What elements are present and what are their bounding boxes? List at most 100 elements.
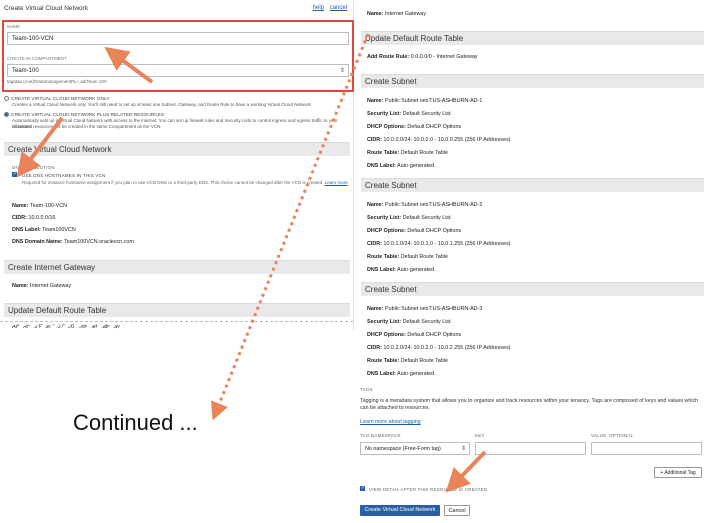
continued-label: Continued ... (73, 410, 198, 435)
subnet-3-security: Default Security List (402, 319, 451, 325)
subnet-dhcp-key: DHCP Options: (367, 124, 406, 130)
subnet-route-key: Route Table: (367, 150, 400, 156)
subnet-security-key: Security List: (367, 319, 402, 325)
route-section-header: Update Default Route Table (4, 303, 350, 317)
subnet-cidr-key: CIDR: (367, 345, 382, 351)
subnet-1-name: Public Subnet oesT:US-ASHBURN-AD-1 (384, 98, 483, 104)
subnet-1-route: Default Route Table (400, 150, 448, 156)
subnet-2-cidr-row: CIDR: 10.0.1.0/24: 10.0.1.0 - 10.0.1.255… (367, 241, 510, 247)
dns-desc-text: Required for instance hostname assignmen… (22, 180, 324, 185)
subnet-dns-key: DNS Label: (367, 267, 396, 273)
tag-namespace-select[interactable]: No namespace (Free-Form tag) (360, 442, 470, 455)
subnet-2-name: Public Subnet oesT:US-ASHBURN-AD-2 (384, 202, 483, 208)
subnet-security-key: Security List: (367, 215, 402, 221)
vcn-dns-domain-row: DNS Domain Name: Team100VCN.oraclevcn.co… (12, 239, 134, 245)
subnet-2-security-row: Security List: Default Security List (367, 215, 451, 221)
vcn-cidr-row: CIDR: 10.0.0.0/16 (12, 215, 55, 221)
subnet-3-dns: Auto-generated (396, 371, 435, 377)
subnet-1-name-row: Name: Public Subnet oesT:US-ASHBURN-AD-1 (367, 98, 482, 104)
subnet-1-dns: Auto-generated (396, 163, 435, 169)
subnet-cidr-key: CIDR: (367, 137, 382, 143)
igw-name-row: Name: Internet Gateway (12, 283, 71, 289)
tags-label: TAGS (360, 387, 373, 392)
view-detail-checkbox[interactable] (360, 485, 365, 491)
right-route-section-header: Update Default Route Table (361, 31, 704, 45)
view-detail-label: VIEW DETAIL AFTER THIS RESOURCE IS CREAT… (369, 487, 488, 492)
tag-namespace-label: TAG NAMESPACE (360, 433, 401, 438)
right-route-rule-value: 0.0.0.0/0 - Internet Gateway (410, 54, 478, 60)
tag-key-input[interactable] (475, 442, 586, 455)
subnet-3-dns-row: DNS Label: Auto-generated (367, 371, 434, 377)
dns-resolution-label: DNS RESOLUTION (12, 165, 55, 170)
subnet-1-header: Create Subnet (361, 74, 704, 88)
help-link[interactable]: help (313, 5, 324, 11)
dialog-links: help cancel (309, 5, 347, 11)
radio-vcn-plus-control[interactable] (4, 112, 9, 117)
subnet-2-header: Create Subnet (361, 178, 704, 192)
vcn-name-key: Name: (12, 203, 29, 209)
subnet-3-route-row: Route Table: Default Route Table (367, 358, 448, 364)
subnet-2-cidr: 10.0.1.0/24: 10.0.1.0 - 10.0.1.255 (256 … (383, 241, 511, 247)
subnet-2-name-row: Name: Public Subnet oesT:US-ASHBURN-AD-2 (367, 202, 482, 208)
subnet-2-dns-row: DNS Label: Auto-generated (367, 267, 434, 273)
highlight-box (2, 20, 354, 92)
dns-learn-more-link[interactable]: Learn more (325, 180, 348, 185)
subnet-2-dhcp: Default DHCP Options (407, 228, 462, 234)
subnet-3-name-row: Name: Public Subnet oesT:US-ASHBURN-AD-3 (367, 306, 482, 312)
subnet-2-security: Default Security List (402, 215, 451, 221)
vcn-cidr-key: CIDR: (12, 215, 27, 221)
subnet-1-cidr: 10.0.0.0/24: 10.0.0.0 - 10.0.0.255 (256 … (383, 137, 511, 143)
top-igw-name-key: Name: (367, 11, 384, 17)
subnet-3-dhcp-row: DHCP Options: Default DHCP Options (367, 332, 461, 338)
right-dialog-panel: Name: Internet Gateway Update Default Ro… (357, 0, 708, 523)
cancel-button[interactable]: Cancel (444, 505, 470, 516)
igw-name-value: Internet Gateway (29, 283, 72, 289)
subnet-route-key: Route Table: (367, 254, 400, 260)
dns-desc: Required for instance hostname assignmen… (22, 180, 348, 185)
subnet-1-dhcp: Default DHCP Options (407, 124, 462, 130)
subnet-1-route-row: Route Table: Default Route Table (367, 150, 448, 156)
subnet-3-header: Create Subnet (361, 282, 704, 296)
cancel-link[interactable]: cancel (330, 5, 347, 11)
tag-value-input[interactable] (591, 442, 702, 455)
subnet-name-key: Name: (367, 98, 384, 104)
subnet-1-dhcp-row: DHCP Options: Default DHCP Options (367, 124, 461, 130)
subnet-dhcp-key: DHCP Options: (367, 332, 406, 338)
subnet-1-dns-row: DNS Label: Auto-generated (367, 163, 434, 169)
radio-vcn-only-desc: Creates a Virtual Cloud Network only. Yo… (12, 102, 312, 107)
additional-tag-button[interactable]: + Additional Tag (654, 467, 702, 478)
igw-name-key: Name: (12, 283, 29, 289)
subnet-3-route: Default Route Table (400, 358, 448, 364)
subnet-1-security: Default Security List (402, 111, 451, 117)
tag-value-label: VALUE (591, 433, 607, 438)
vcn-dns-label-key: DNS Label: (12, 227, 41, 233)
subnet-dns-key: DNS Label: (367, 163, 396, 169)
subnet-3-cidr-row: CIDR: 10.0.2.0/24: 10.0.2.0 - 10.0.2.255… (367, 345, 510, 351)
vcn-name-value: Team-100-VCN (29, 203, 68, 209)
subnet-3-name: Public Subnet oesT:US-ASHBURN-AD-3 (384, 306, 483, 312)
subnet-3-cidr: 10.0.2.0/24: 10.0.2.0 - 10.0.2.255 (256 … (383, 345, 511, 351)
subnet-name-key: Name: (367, 202, 384, 208)
vcn-cidr-value: 10.0.0.0/16 (28, 215, 56, 221)
create-vcn-button[interactable]: Create Virtual Cloud Network (360, 505, 440, 516)
subnet-dns-key: DNS Label: (367, 371, 396, 377)
vcn-dns-domain-key: DNS Domain Name: (12, 239, 63, 245)
tag-optional-label: OPTIONAL (609, 433, 634, 438)
subnet-cidr-key: CIDR: (367, 241, 382, 247)
dns-hostnames-checkbox[interactable] (12, 171, 17, 177)
route-rule-row: Add Route Rule: 0.0.0.0/0 - Internet Gat… (12, 324, 120, 330)
vcn-dns-label-row: DNS Label: Team100VCN (12, 227, 76, 233)
vcn-dns-label-value: Team100VCN (42, 227, 76, 233)
subnet-route-key: Route Table: (367, 358, 400, 364)
vcn-section-header: Create Virtual Cloud Network (4, 142, 350, 156)
subnet-name-key: Name: (367, 306, 384, 312)
radio-vcn-only-control[interactable] (4, 96, 9, 101)
tag-key-label: KEY (475, 433, 485, 438)
learn-more-tagging-link[interactable]: Learn more about tagging (360, 419, 421, 425)
subnet-dhcp-key: DHCP Options: (367, 228, 406, 234)
subnet-2-dhcp-row: DHCP Options: Default DHCP Options (367, 228, 461, 234)
igw-section-header: Create Internet Gateway (4, 260, 350, 274)
right-route-rule-key: Add Route Rule: (367, 54, 410, 60)
vcn-name-row: Name: Team-100-VCN (12, 203, 67, 209)
dialog-title: Create Virtual Cloud Network (4, 5, 89, 12)
